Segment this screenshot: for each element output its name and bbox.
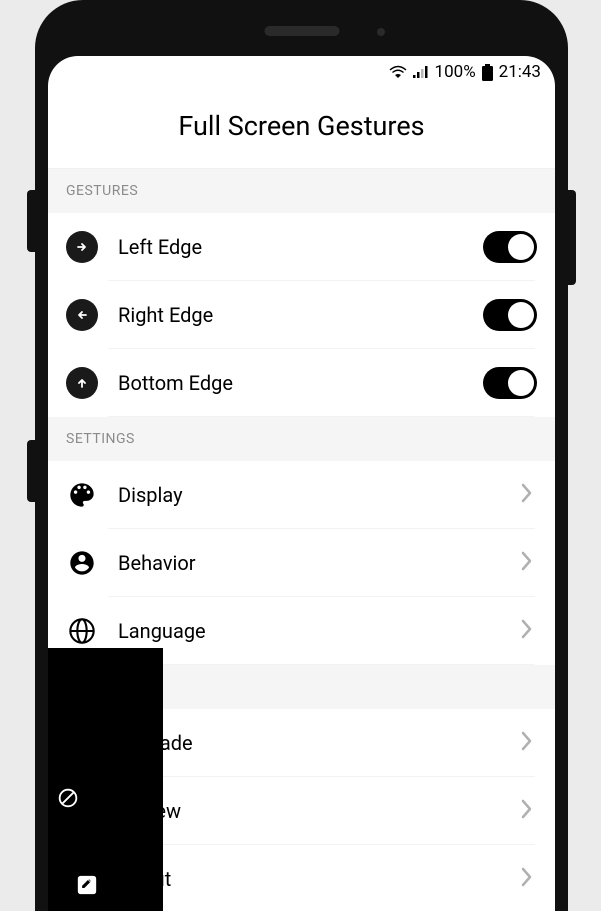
phone-side-button: [568, 190, 576, 285]
wifi-icon: [389, 65, 407, 79]
screen: 100% 21:43 Full Screen Gestures GESTURES…: [48, 56, 555, 911]
phone-frame: 100% 21:43 Full Screen Gestures GESTURES…: [35, 0, 568, 911]
chevron-right-icon: [521, 481, 533, 509]
setting-label: Behavior: [118, 551, 501, 575]
setting-row-review[interactable]: Review: [48, 777, 555, 845]
phone-side-button: [27, 190, 35, 252]
setting-row-left-edge[interactable]: Left Edge: [48, 213, 555, 281]
setting-label: Upgrade: [118, 731, 501, 755]
toggle-bottom-edge[interactable]: [483, 367, 537, 399]
phone-sensor: [377, 28, 385, 36]
upgrade-icon: [66, 727, 98, 759]
phone-speaker: [264, 26, 339, 36]
setting-row-behavior[interactable]: Behavior: [48, 529, 555, 597]
toggle-right-edge[interactable]: [483, 299, 537, 331]
page-title: Full Screen Gestures: [48, 88, 555, 169]
chevron-right-icon: [521, 797, 533, 825]
section-header-gestures: GESTURES: [48, 169, 555, 213]
section-header-communicate: MMUNICATE: [48, 665, 555, 709]
setting-label: Right Edge: [118, 303, 463, 327]
globe-icon: [66, 615, 98, 647]
arrow-right-icon: [66, 231, 98, 263]
setting-label: About: [118, 867, 501, 891]
setting-label: Review: [118, 799, 501, 823]
chevron-right-icon: [521, 549, 533, 577]
setting-row-display[interactable]: Display: [48, 461, 555, 529]
section-header-settings: SETTINGS: [48, 417, 555, 461]
signal-icon: [413, 65, 429, 79]
battery-pct: 100%: [435, 62, 476, 82]
setting-row-upgrade[interactable]: Upgrade: [48, 709, 555, 777]
review-icon: [66, 795, 98, 827]
setting-label: Left Edge: [118, 235, 463, 259]
chevron-right-icon: [521, 865, 533, 893]
palette-icon: [66, 479, 98, 511]
arrow-left-icon: [66, 299, 98, 331]
setting-row-right-edge[interactable]: Right Edge: [48, 281, 555, 349]
setting-label: Language: [118, 619, 501, 643]
toggle-left-edge[interactable]: [483, 231, 537, 263]
info-icon: [66, 863, 98, 895]
setting-label: Display: [118, 483, 501, 507]
clock-time: 21:43: [499, 62, 541, 82]
status-bar: 100% 21:43: [48, 56, 555, 88]
arrow-up-icon: [66, 367, 98, 399]
battery-icon: [482, 64, 493, 81]
setting-row-bottom-edge[interactable]: Bottom Edge: [48, 349, 555, 417]
person-icon: [66, 547, 98, 579]
chevron-right-icon: [521, 729, 533, 757]
setting-label: Bottom Edge: [118, 371, 463, 395]
chevron-right-icon: [521, 617, 533, 645]
setting-row-language[interactable]: Language: [48, 597, 555, 665]
setting-row-about[interactable]: About: [48, 845, 555, 911]
phone-side-button: [27, 440, 35, 502]
